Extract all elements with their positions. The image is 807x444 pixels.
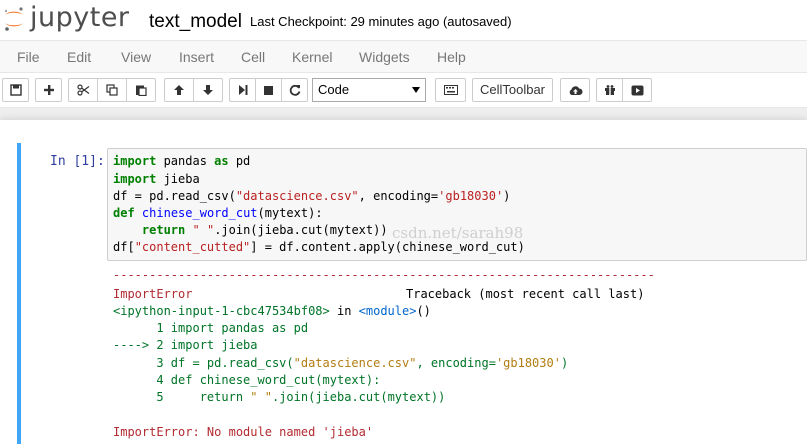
- cell-type-select[interactable]: Code: [312, 78, 426, 102]
- code-line-3: df = pd.read_csv("datascience.csv", enco…: [113, 189, 511, 203]
- toolbar: Code CellToolbar: [0, 73, 807, 108]
- interrupt-kernel-button[interactable]: [255, 78, 282, 102]
- notebook-header: jupyter text_model Last Checkpoint: 29 m…: [0, 0, 807, 40]
- selected-cell-indicator: [17, 143, 21, 444]
- cell-type-value: Code: [318, 82, 350, 97]
- traceback-header: ImportError Traceback (most recent call l…: [113, 287, 645, 301]
- menubar: File Edit View Insert Cell Kernel Widget…: [0, 40, 807, 73]
- code-line-4: def chinese_word_cut(mytext):: [113, 206, 323, 220]
- code-line-5: return " ".join(jieba.cut(mytext)): [141, 223, 388, 237]
- menu-insert[interactable]: Insert: [179, 49, 214, 65]
- input-prompt: In [1]:: [50, 154, 105, 169]
- save-icon: [9, 84, 22, 96]
- arrow-up-icon: [174, 85, 184, 95]
- traceback-location: <ipython-input-1-cbc47534bf08> in <modul…: [113, 304, 431, 318]
- copy-icon: [106, 84, 118, 96]
- menu-widgets[interactable]: Widgets: [359, 49, 410, 65]
- traceback-line-5: 5 return " ".join(jieba.cut(mytext)): [113, 390, 446, 404]
- present-slideshow-button[interactable]: [622, 78, 652, 102]
- plus-icon: [43, 85, 54, 95]
- move-down-button[interactable]: [193, 78, 223, 102]
- celltoolbar-button[interactable]: CellToolbar: [472, 78, 553, 102]
- menu-edit[interactable]: Edit: [67, 49, 91, 65]
- traceback-separator: ----------------------------------------…: [113, 268, 655, 282]
- menu-cell[interactable]: Cell: [241, 49, 265, 65]
- code-line-6: df["content_cutted"] = df.content.apply(…: [113, 240, 525, 254]
- jupyter-logo[interactable]: jupyter: [2, 2, 134, 35]
- cut-button[interactable]: [68, 78, 98, 102]
- paste-icon: [136, 85, 147, 96]
- run-cell-button[interactable]: [229, 78, 256, 102]
- gift-button[interactable]: [596, 78, 623, 102]
- jupyter-logo-icon: [4, 7, 23, 31]
- traceback-line-3: 3 df = pd.read_csv("datascience.csv", en…: [113, 356, 569, 370]
- paste-button[interactable]: [126, 78, 156, 102]
- code-line-1: import pandas as pd: [113, 154, 251, 168]
- keyboard-icon: [443, 85, 458, 95]
- step-forward-icon: [238, 85, 247, 95]
- menu-kernel[interactable]: Kernel: [292, 49, 332, 65]
- traceback-line-1: 1 import pandas as pd: [113, 321, 309, 335]
- gift-icon: [604, 85, 615, 95]
- traceback-line-4: 4 def chinese_word_cut(mytext):: [113, 373, 381, 387]
- upload-cloud-button[interactable]: [560, 78, 590, 102]
- restart-kernel-button[interactable]: [281, 78, 308, 102]
- arrow-down-icon: [203, 85, 213, 95]
- cloud-upload-icon: [569, 85, 583, 95]
- save-button[interactable]: [2, 78, 29, 102]
- code-line-2: import jieba: [113, 172, 200, 186]
- command-palette-button[interactable]: [435, 78, 466, 102]
- refresh-icon: [289, 84, 300, 96]
- watermark-text: csdn.net/sarah98: [392, 224, 524, 242]
- menu-help[interactable]: Help: [437, 49, 466, 65]
- chevron-down-icon: [412, 87, 420, 93]
- traceback-line-2: ----> 2 import jieba: [113, 338, 258, 352]
- menu-file[interactable]: File: [17, 49, 40, 65]
- scissors-icon: [76, 84, 89, 96]
- copy-button[interactable]: [97, 78, 127, 102]
- jupyter-logo-text: jupyter: [30, 2, 130, 33]
- move-up-button[interactable]: [164, 78, 194, 102]
- final-error-message: ImportError: No module named 'jieba': [113, 425, 374, 439]
- stop-icon: [264, 85, 273, 95]
- insert-cell-button[interactable]: [35, 78, 62, 102]
- notebook-name[interactable]: text_model: [149, 11, 242, 33]
- play-video-icon: [631, 85, 643, 95]
- checkpoint-status: Last Checkpoint: 29 minutes ago (autosav…: [250, 14, 512, 29]
- menu-view[interactable]: View: [121, 49, 151, 65]
